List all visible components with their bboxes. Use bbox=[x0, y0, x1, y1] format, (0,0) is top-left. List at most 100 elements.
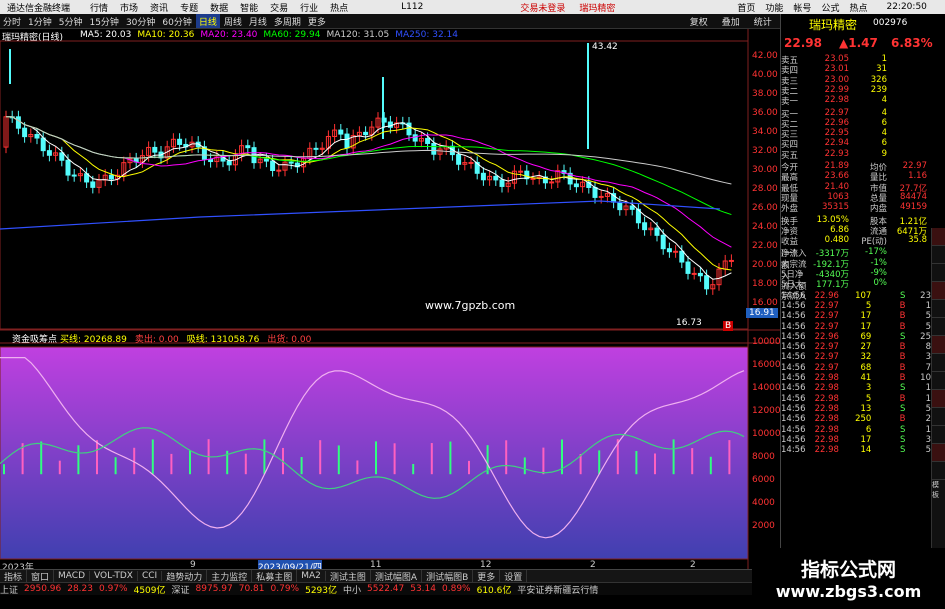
sidebar-button-7[interactable] bbox=[932, 354, 945, 372]
chart-tool-1[interactable]: 叠加 bbox=[719, 14, 743, 28]
kline-chart[interactable] bbox=[0, 29, 780, 569]
tick-row-14-c0: 14:56 bbox=[781, 434, 806, 445]
stat-row-4-c0: 外盘 bbox=[781, 204, 799, 215]
tick-row-9-c4: 1 bbox=[925, 383, 931, 394]
stock-title: 瑞玛精密(日线) bbox=[2, 33, 64, 43]
tick-row-0-c4: 23 bbox=[920, 290, 931, 301]
indicator-tab-13[interactable]: 设置 bbox=[500, 570, 528, 582]
stat2-row-1: 净资 6.86 流通 6471万 bbox=[781, 225, 931, 237]
index-name-1[interactable]: 深证 bbox=[172, 583, 190, 596]
flow-row-3-c2: 0% bbox=[873, 278, 888, 289]
indicator-tab-9[interactable]: 测试主图 bbox=[326, 570, 371, 582]
tick-row-12-c2: 250 bbox=[855, 414, 872, 425]
period-tab-1[interactable]: 1分钟 bbox=[25, 14, 55, 28]
title-menu-2[interactable]: 资讯 bbox=[150, 4, 168, 14]
indicator-tab-5[interactable]: 趋势动力 bbox=[162, 570, 208, 582]
chart-tool-2[interactable]: 统计 bbox=[751, 14, 775, 28]
trade-login-link[interactable]: 交易未登录 bbox=[520, 1, 565, 14]
ask-row-0-c1: 23.05 bbox=[824, 54, 849, 64]
stat-row-3-c0: 现量 bbox=[781, 193, 799, 204]
sidebar-button-8[interactable] bbox=[932, 372, 945, 390]
kline-area bbox=[0, 40, 749, 330]
index-name-2[interactable]: 中小 bbox=[343, 583, 361, 596]
title-right-2[interactable]: 帐号 bbox=[793, 4, 811, 14]
stock-name-link[interactable]: 瑞玛精密 bbox=[579, 1, 615, 14]
right-sidebar: 模板 bbox=[931, 228, 945, 569]
period-tab-10[interactable]: 更多 bbox=[305, 14, 329, 28]
title-right-1[interactable]: 功能 bbox=[765, 4, 783, 14]
ma-legend-ma20: MA20: 23.40 bbox=[200, 30, 258, 40]
index-amt-2: 610.6亿 bbox=[476, 585, 512, 596]
index-chg-2: 53.14 bbox=[410, 584, 436, 594]
period-tab-5[interactable]: 60分钟 bbox=[159, 14, 194, 28]
period-tab-4[interactable]: 30分钟 bbox=[123, 14, 158, 28]
title-menu-7[interactable]: 行业 bbox=[300, 4, 318, 14]
bid-row-2: 买三 22.95 4 bbox=[781, 128, 931, 140]
sidebar-button-12[interactable] bbox=[932, 444, 945, 462]
sidebar-button-5[interactable] bbox=[932, 318, 945, 336]
title-menu-4[interactable]: 数据 bbox=[210, 4, 228, 14]
title-menu-3[interactable]: 专题 bbox=[180, 4, 198, 14]
indicator-tab-2[interactable]: MACD bbox=[54, 571, 91, 581]
price-tick-8: 26.00 bbox=[752, 203, 778, 213]
indicator-legend-2: 吸线: 131058.76 bbox=[186, 335, 260, 345]
title-menu-1[interactable]: 市场 bbox=[120, 4, 138, 14]
indicator-tick-1: 16000 bbox=[752, 360, 781, 370]
title-menu-5[interactable]: 智能 bbox=[240, 4, 258, 14]
indicator-legend-3: 出货: 0.00 bbox=[267, 335, 312, 345]
ask-row-0-c0: 卖五 bbox=[781, 56, 799, 66]
tick-row-15-c0: 14:56 bbox=[781, 445, 806, 456]
indicator-tick-2: 14000 bbox=[752, 383, 781, 393]
indicator-tab-7[interactable]: 私募主图 bbox=[252, 570, 298, 582]
chart-tool-0[interactable]: 复权 bbox=[687, 14, 711, 28]
period-tab-0[interactable]: 分时 bbox=[0, 14, 24, 28]
title-menu-0[interactable]: 行情 bbox=[90, 4, 108, 14]
tick-row-12: 14:56 22.98 250 B 2 bbox=[781, 414, 931, 424]
title-menu-8[interactable]: 热点 bbox=[330, 4, 348, 14]
indicator-tab-6[interactable]: 主力监控 bbox=[207, 570, 253, 582]
period-tab-8[interactable]: 月线 bbox=[246, 14, 270, 28]
title-right-0[interactable]: 首页 bbox=[737, 4, 755, 14]
index-name-0[interactable]: 上证 bbox=[0, 583, 18, 596]
indicator-tab-0[interactable]: 指标 bbox=[0, 570, 28, 582]
stat-row-0: 今开 21.89 均价 22.97 bbox=[781, 161, 931, 173]
period-tab-6[interactable]: 日线 bbox=[195, 14, 220, 28]
sidebar-button-6[interactable] bbox=[932, 336, 945, 354]
sidebar-button-9[interactable] bbox=[932, 390, 945, 408]
sidebar-button-1[interactable] bbox=[932, 246, 945, 264]
sidebar-button-11[interactable] bbox=[932, 426, 945, 444]
sidebar-button-0[interactable] bbox=[932, 228, 945, 246]
sidebar-button-13[interactable] bbox=[932, 462, 945, 480]
period-tab-9[interactable]: 多周期 bbox=[271, 14, 304, 28]
indicator-tab-4[interactable]: CCI bbox=[138, 571, 163, 581]
ask-row-4: 卖一 22.98 4 bbox=[781, 95, 931, 107]
tick-row-11-c0: 14:56 bbox=[781, 403, 806, 414]
indicator-tab-12[interactable]: 更多 bbox=[473, 570, 501, 582]
title-right-3[interactable]: 公式 bbox=[821, 4, 839, 14]
indicator-tab-8[interactable]: MA2 bbox=[297, 571, 326, 581]
tick-row-15-c3: S bbox=[900, 445, 906, 456]
sidebar-button-10[interactable] bbox=[932, 408, 945, 426]
ask-row-0-c2: 1 bbox=[881, 54, 887, 64]
tick-row-4-c1: 22.96 bbox=[814, 331, 839, 342]
period-tab-2[interactable]: 5分钟 bbox=[56, 14, 86, 28]
sidebar-button-4[interactable] bbox=[932, 300, 945, 318]
indicator-tab-1[interactable]: 窗口 bbox=[27, 570, 55, 582]
indicator-tab-3[interactable]: VOL-TDX bbox=[90, 571, 138, 581]
period-tab-3[interactable]: 15分钟 bbox=[86, 14, 121, 28]
tick-row-6: 14:56 22.97 32 B 3 bbox=[781, 352, 931, 362]
title-right-4[interactable]: 热点 bbox=[849, 4, 867, 14]
tick-row-12-c4: 2 bbox=[925, 414, 931, 425]
quote-change-value: 1.47 bbox=[848, 36, 878, 50]
sidebar-button-2[interactable] bbox=[932, 264, 945, 282]
tick-row-13-c1: 22.98 bbox=[814, 424, 839, 435]
indicator-legend-0: 买线: 20268.89 bbox=[60, 335, 127, 345]
stat2-row-2-c1: 0.480 bbox=[824, 235, 849, 246]
title-menu-6[interactable]: 交易 bbox=[270, 4, 288, 14]
indicator-tab-10[interactable]: 测试幅图A bbox=[371, 570, 423, 582]
ask-row-3: 卖二 22.99 239 bbox=[781, 84, 931, 97]
period-tab-7[interactable]: 周线 bbox=[221, 14, 245, 28]
ask-row-3-c2: 239 bbox=[870, 84, 887, 95]
indicator-tab-11[interactable]: 测试幅图B bbox=[422, 570, 474, 582]
sidebar-button-3[interactable] bbox=[932, 282, 945, 300]
